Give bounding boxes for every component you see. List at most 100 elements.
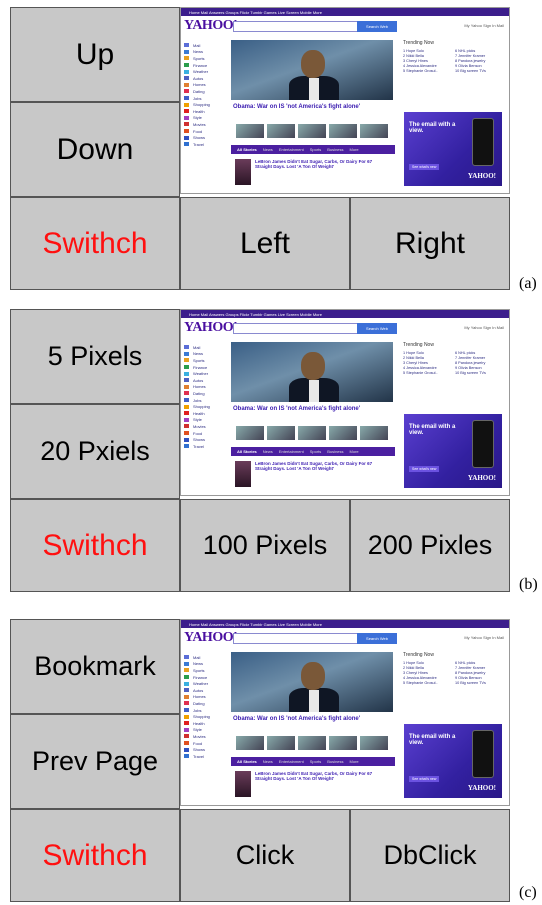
left-button[interactable]: Left xyxy=(180,197,350,290)
headline[interactable]: Obama: War on IS 'not America's fight al… xyxy=(233,104,360,110)
tab-news[interactable]: News xyxy=(263,147,273,152)
tab-entertainment[interactable]: Entertainment xyxy=(279,147,304,152)
trending-row[interactable]: 5 Stephanie Grosul.. 10 Big screen TVs xyxy=(403,69,507,74)
side-nav-item[interactable]: News xyxy=(184,351,229,358)
side-nav-item[interactable]: Health xyxy=(184,720,229,727)
side-nav-item[interactable]: Homes xyxy=(184,82,229,89)
tab-all-stories[interactable]: All Stories xyxy=(237,147,257,152)
trending-row[interactable]: 5 Stephanie Grosul.. 10 Big screen TVs xyxy=(403,681,507,686)
right-button[interactable]: Right xyxy=(350,197,510,290)
side-nav-item[interactable]: Food xyxy=(184,740,229,747)
story-thumbnail[interactable] xyxy=(235,159,251,185)
mail-ad[interactable]: The email with a view. See what's new YA… xyxy=(404,724,502,798)
story-title[interactable]: LeBron James Didn't Eat Sugar, Carbs, Or… xyxy=(255,771,375,781)
headline[interactable]: Obama: War on IS 'not America's fight al… xyxy=(233,716,360,722)
tab-entertainment[interactable]: Entertainment xyxy=(279,759,304,764)
side-nav-item[interactable]: Mail xyxy=(184,42,229,49)
browser-screenshot[interactable]: Home Mail Answers Groups Flickr Tumblr G… xyxy=(180,309,510,496)
side-nav-item[interactable]: Homes xyxy=(184,694,229,701)
side-nav-item[interactable]: Sports xyxy=(184,667,229,674)
ad-button[interactable]: See what's new xyxy=(409,466,440,472)
side-nav-item[interactable]: Weather xyxy=(184,68,229,75)
200-pixels-button[interactable]: 200 Pixles xyxy=(350,499,510,592)
side-nav-item[interactable]: Weather xyxy=(184,680,229,687)
side-nav-item[interactable]: Style xyxy=(184,115,229,122)
tab-more[interactable]: More xyxy=(350,449,359,454)
side-nav-item[interactable]: Autos xyxy=(184,687,229,694)
side-nav-item[interactable]: Travel xyxy=(184,141,229,148)
tab-more[interactable]: More xyxy=(350,759,359,764)
ad-button[interactable]: See what's new xyxy=(409,776,440,782)
side-nav-item[interactable]: Finance xyxy=(184,674,229,681)
side-nav-item[interactable]: Autos xyxy=(184,75,229,82)
side-nav-item[interactable]: Food xyxy=(184,128,229,135)
5-pixels-button[interactable]: 5 Pixels xyxy=(10,309,180,404)
hero-image[interactable] xyxy=(231,342,393,402)
side-nav-item[interactable]: Finance xyxy=(184,62,229,69)
tab-news[interactable]: News xyxy=(263,759,273,764)
side-nav-item[interactable]: Style xyxy=(184,417,229,424)
side-nav-item[interactable]: Dating xyxy=(184,700,229,707)
tab-business[interactable]: Business xyxy=(327,147,343,152)
side-nav-item[interactable]: Sports xyxy=(184,357,229,364)
side-nav-item[interactable]: Shopping xyxy=(184,403,229,410)
bookmark-button[interactable]: Bookmark xyxy=(10,619,180,714)
side-nav-item[interactable]: Health xyxy=(184,108,229,115)
side-nav-item[interactable]: Dating xyxy=(184,88,229,95)
click-button[interactable]: Click xyxy=(180,809,350,902)
side-nav-item[interactable]: Dating xyxy=(184,390,229,397)
story-carousel[interactable] xyxy=(236,426,388,440)
double-click-button[interactable]: DbClick xyxy=(350,809,510,902)
tab-sports[interactable]: Sports xyxy=(310,759,322,764)
tab-more[interactable]: More xyxy=(350,147,359,152)
side-nav-item[interactable]: Health xyxy=(184,410,229,417)
side-nav-item[interactable]: Jobs xyxy=(184,95,229,102)
switch-button[interactable]: Swithch xyxy=(10,809,180,902)
side-nav-item[interactable]: News xyxy=(184,49,229,56)
tab-all-stories[interactable]: All Stories xyxy=(237,759,257,764)
sign-in-links[interactable]: My Yahoo Sign In Mail xyxy=(464,23,504,28)
side-nav-item[interactable]: Jobs xyxy=(184,707,229,714)
headline[interactable]: Obama: War on IS 'not America's fight al… xyxy=(233,406,360,412)
story-title[interactable]: LeBron James Didn't Eat Sugar, Carbs, Or… xyxy=(255,159,375,169)
tab-news[interactable]: News xyxy=(263,449,273,454)
side-nav-item[interactable]: News xyxy=(184,661,229,668)
side-nav-item[interactable]: Jobs xyxy=(184,397,229,404)
mail-ad[interactable]: The email with a view. See what's new YA… xyxy=(404,414,502,488)
switch-button[interactable]: Swithch xyxy=(10,499,180,592)
side-nav-item[interactable]: Weather xyxy=(184,370,229,377)
sign-in-links[interactable]: My Yahoo Sign In Mail xyxy=(464,635,504,640)
side-nav-item[interactable]: Shopping xyxy=(184,101,229,108)
switch-button[interactable]: Swithch xyxy=(10,197,180,290)
side-nav-item[interactable]: Shows xyxy=(184,746,229,753)
side-nav-item[interactable]: Travel xyxy=(184,753,229,760)
tab-all-stories[interactable]: All Stories xyxy=(237,449,257,454)
side-nav-item[interactable]: Travel xyxy=(184,443,229,450)
side-nav-item[interactable]: Movies xyxy=(184,423,229,430)
story-thumbnail[interactable] xyxy=(235,461,251,487)
tab-entertainment[interactable]: Entertainment xyxy=(279,449,304,454)
hero-image[interactable] xyxy=(231,40,393,100)
tab-sports[interactable]: Sports xyxy=(310,147,322,152)
side-nav-item[interactable]: Homes xyxy=(184,384,229,391)
20-pixels-button[interactable]: 20 Pxiels xyxy=(10,404,180,499)
search-button[interactable]: Search Web xyxy=(357,633,397,644)
side-nav-item[interactable]: Movies xyxy=(184,733,229,740)
up-button[interactable]: Up xyxy=(10,7,180,102)
hero-image[interactable] xyxy=(231,652,393,712)
side-nav-item[interactable]: Movies xyxy=(184,121,229,128)
100-pixels-button[interactable]: 100 Pixels xyxy=(180,499,350,592)
ad-button[interactable]: See what's new xyxy=(409,164,440,170)
search-button[interactable]: Search Web xyxy=(357,323,397,334)
mail-ad[interactable]: The email with a view. See what's new YA… xyxy=(404,112,502,186)
story-thumbnail[interactable] xyxy=(235,771,251,797)
tab-business[interactable]: Business xyxy=(327,449,343,454)
side-nav-item[interactable]: Mail xyxy=(184,654,229,661)
browser-screenshot[interactable]: Home Mail Answers Groups Flickr Tumblr G… xyxy=(180,7,510,194)
side-nav-item[interactable]: Mail xyxy=(184,344,229,351)
story-title[interactable]: LeBron James Didn't Eat Sugar, Carbs, Or… xyxy=(255,461,375,471)
side-nav-item[interactable]: Shopping xyxy=(184,713,229,720)
down-button[interactable]: Down xyxy=(10,102,180,197)
side-nav-item[interactable]: Food xyxy=(184,430,229,437)
story-carousel[interactable] xyxy=(236,124,388,138)
